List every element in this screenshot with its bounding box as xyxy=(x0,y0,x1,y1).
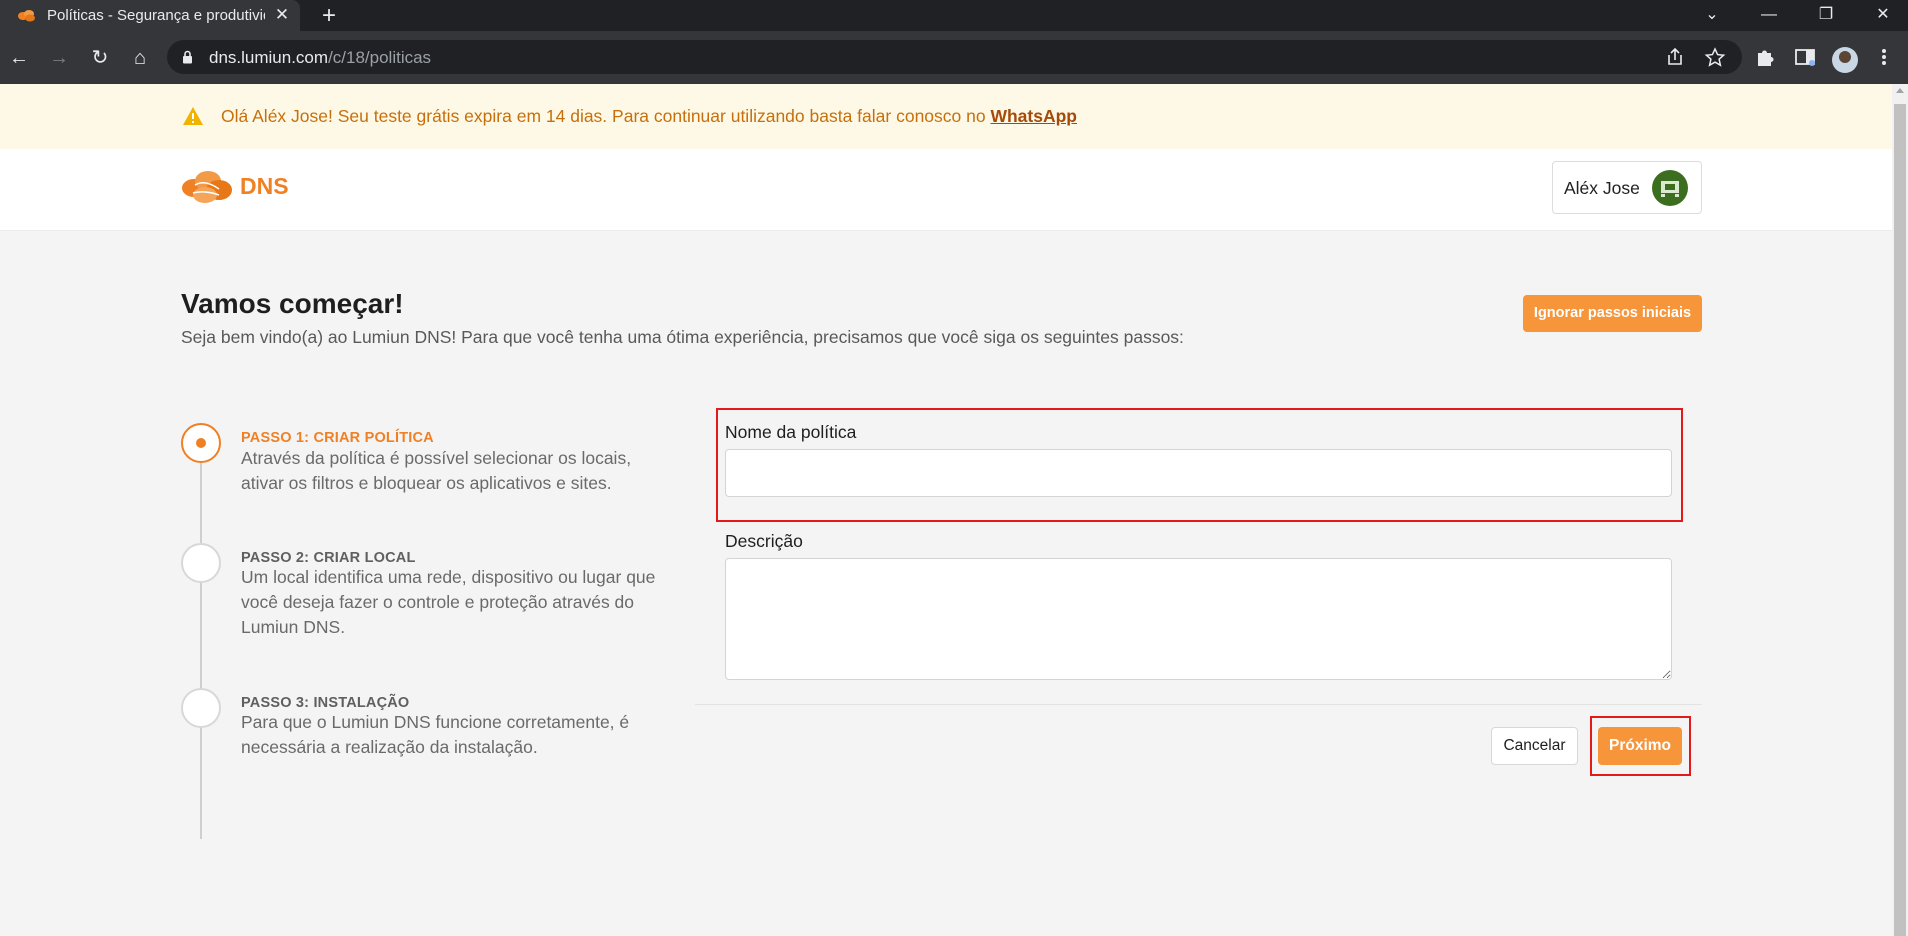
minimize-window-button[interactable]: — xyxy=(1749,2,1789,28)
page-title: Vamos começar! xyxy=(181,288,404,319)
step-1-title: PASSO 1: CRIAR POLÍTICA xyxy=(241,430,434,446)
step-2-indicator xyxy=(181,543,221,583)
profile-avatar[interactable] xyxy=(1832,47,1858,73)
menu-icon[interactable] xyxy=(1871,44,1897,70)
home-icon[interactable]: ⌂ xyxy=(126,44,154,72)
logo-text[interactable]: DNS xyxy=(240,173,289,200)
step-3-description: Para que o Lumiun DNS funcione corretame… xyxy=(241,712,630,757)
back-icon[interactable]: ← xyxy=(5,44,33,72)
trial-banner-text: Olá Aléx Jose! Seu teste grátis expira e… xyxy=(221,106,1077,127)
forward-icon[interactable]: → xyxy=(45,44,73,72)
reload-icon[interactable]: ↻ xyxy=(86,44,114,72)
step-1-description: Através da política é possível seleciona… xyxy=(241,448,632,493)
user-menu-button[interactable]: Aléx Jose xyxy=(1552,161,1702,214)
tab-title: Políticas - Segurança e produtividade xyxy=(47,7,265,24)
policy-name-label: Nome da política xyxy=(725,422,857,442)
step-2-description: Um local identifica uma rede, dispositiv… xyxy=(241,567,656,637)
trial-banner: Olá Aléx Jose! Seu teste grátis expira e… xyxy=(0,84,1892,149)
form-divider xyxy=(695,704,1702,705)
step-3-indicator xyxy=(181,688,221,728)
user-avatar xyxy=(1652,170,1688,206)
app-header: DNS Aléx Jose xyxy=(0,149,1892,231)
browser-tab-strip: Políticas - Segurança e produtividade ✕ … xyxy=(0,0,1908,31)
next-button[interactable]: Próximo xyxy=(1598,727,1682,765)
page-subtitle: Seja bem vindo(a) ao Lumiun DNS! Para qu… xyxy=(181,327,1184,347)
step-3-title: PASSO 3: INSTALAÇÃO xyxy=(241,695,410,711)
stepper-line xyxy=(200,461,202,839)
avatar-glyph-icon xyxy=(1661,181,1679,197)
extensions-icon[interactable] xyxy=(1752,44,1778,70)
url-text[interactable]: dns.lumiun.com/c/18/politicas xyxy=(209,48,431,68)
description-textarea[interactable] xyxy=(725,558,1672,680)
bookmark-star-icon[interactable] xyxy=(1703,46,1727,68)
page-scrollbar[interactable] xyxy=(1892,84,1908,936)
side-panel-icon[interactable] xyxy=(1792,44,1818,70)
skip-initial-steps-button[interactable]: Ignorar passos iniciais xyxy=(1523,295,1702,332)
lumiun-favicon-icon xyxy=(18,10,35,22)
tab-search-icon[interactable]: ⌄ xyxy=(1692,2,1732,28)
page-viewport: Olá Aléx Jose! Seu teste grátis expira e… xyxy=(0,84,1892,936)
tab-close-icon[interactable]: ✕ xyxy=(272,5,292,25)
lumiun-logo-icon[interactable] xyxy=(181,169,233,205)
close-window-button[interactable]: ✕ xyxy=(1863,2,1903,28)
whatsapp-link[interactable]: WhatsApp xyxy=(990,106,1077,126)
new-tab-button[interactable]: + xyxy=(316,3,342,29)
warning-icon xyxy=(183,107,203,125)
description-label: Descrição xyxy=(725,531,803,551)
step-1-indicator xyxy=(181,423,221,463)
scroll-up-arrow-icon[interactable] xyxy=(1896,88,1904,93)
url-path: /c/18/politicas xyxy=(328,48,432,67)
share-icon[interactable] xyxy=(1663,46,1687,68)
trial-banner-message: Olá Aléx Jose! Seu teste grátis expira e… xyxy=(221,106,991,126)
browser-toolbar: ← → ↻ ⌂ dns.lumiun.com/c/18/politicas xyxy=(0,31,1908,84)
address-bar[interactable]: dns.lumiun.com/c/18/politicas xyxy=(167,40,1742,74)
cancel-button[interactable]: Cancelar xyxy=(1491,727,1578,765)
browser-tab-active[interactable]: Políticas - Segurança e produtividade ✕ xyxy=(0,0,300,31)
policy-name-input[interactable] xyxy=(725,449,1672,497)
user-name: Aléx Jose xyxy=(1564,178,1640,198)
scrollbar-thumb[interactable] xyxy=(1894,104,1906,936)
url-host: dns.lumiun.com xyxy=(209,48,329,67)
lock-icon[interactable] xyxy=(182,50,193,64)
step-2-title: PASSO 2: CRIAR LOCAL xyxy=(241,550,416,566)
restore-window-button[interactable]: ❐ xyxy=(1806,2,1846,28)
